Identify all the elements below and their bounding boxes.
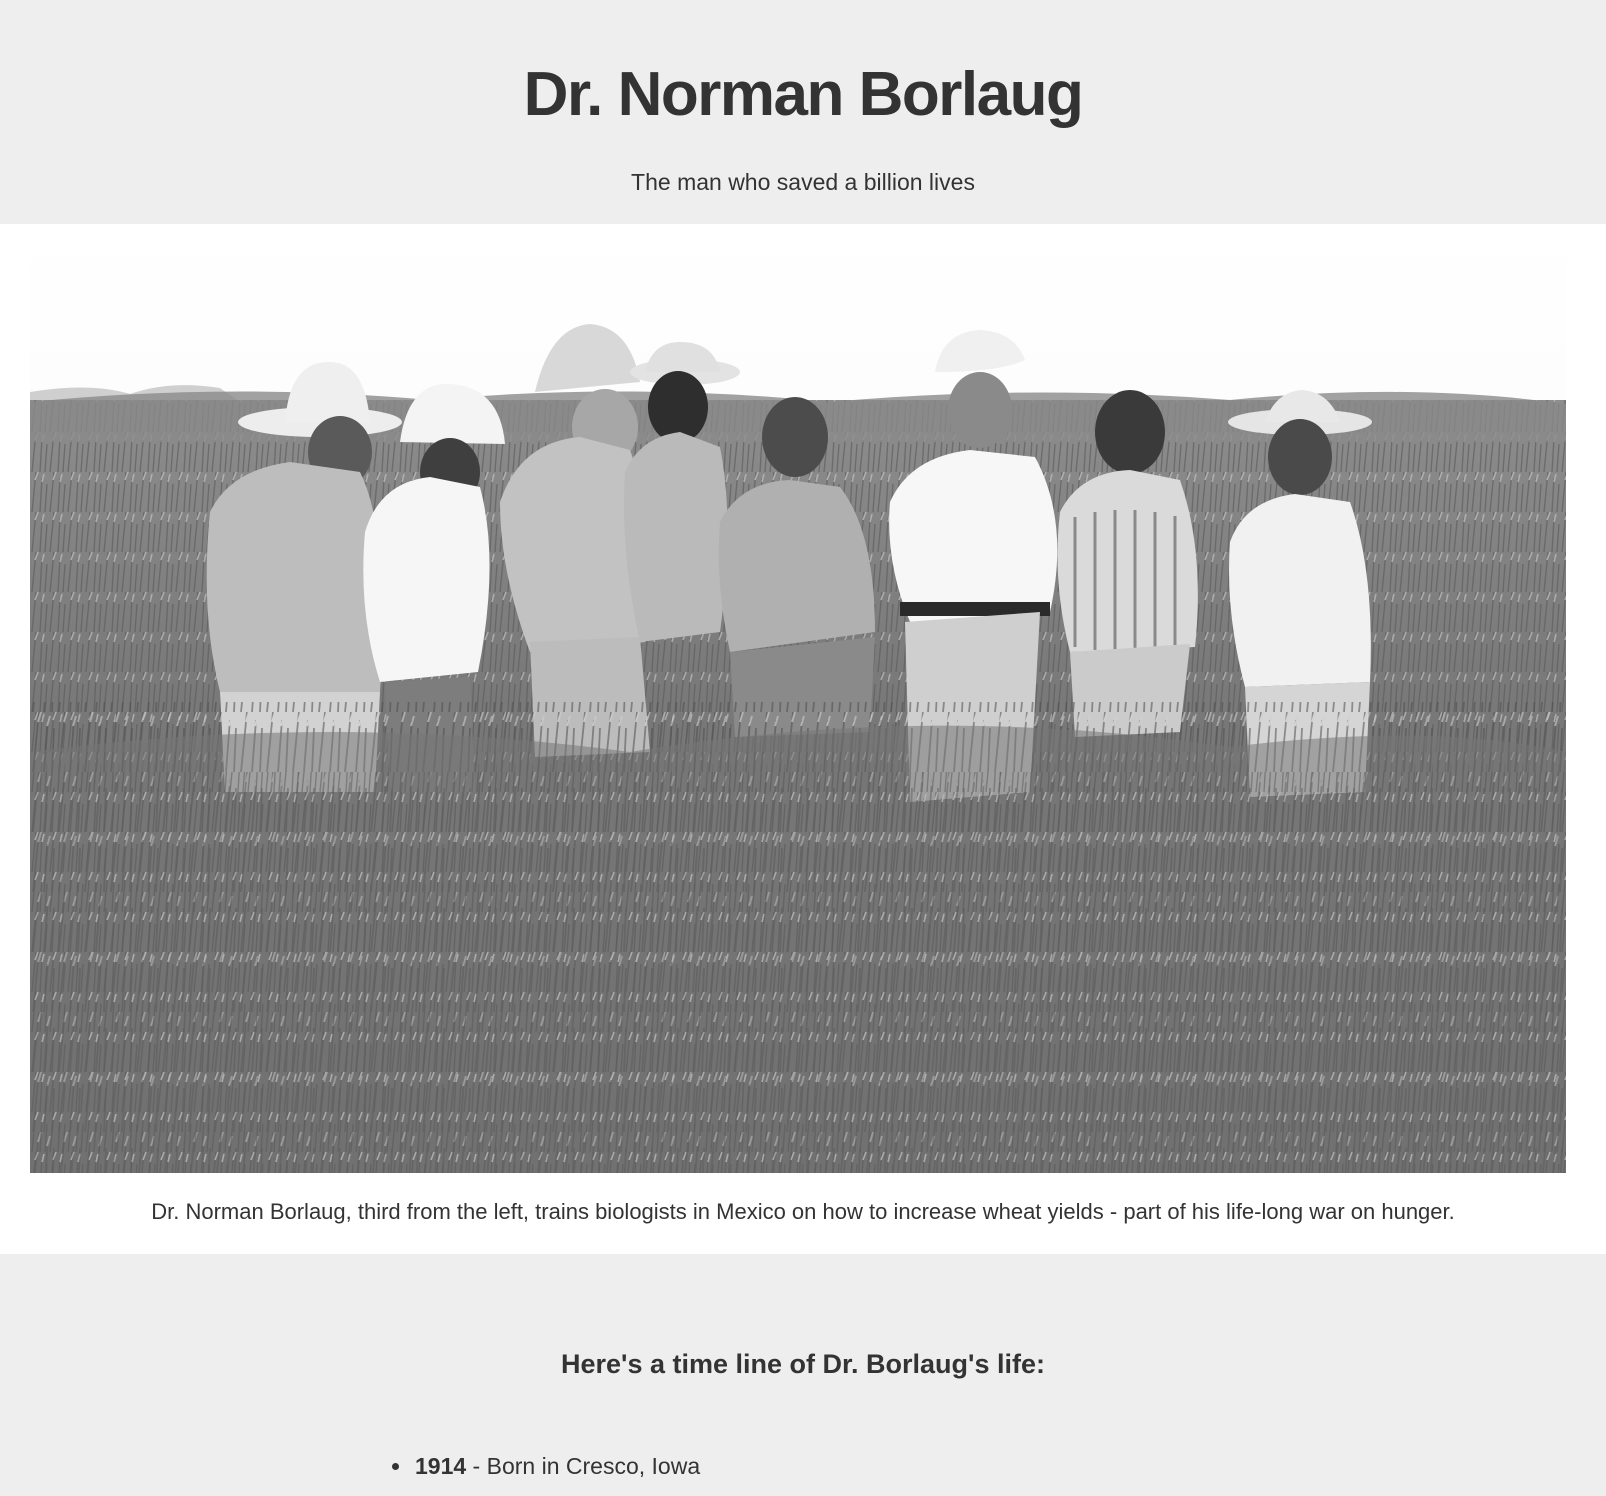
timeline-text: Born in Cresco, Iowa	[486, 1453, 701, 1479]
page-title: Dr. Norman Borlaug	[523, 60, 1084, 129]
photo-caption: Dr. Norman Borlaug, third from the left,…	[151, 1199, 1455, 1224]
photo-illustration	[30, 232, 1566, 1173]
page-subtitle: The man who saved a billion lives	[631, 169, 975, 195]
wheat-field-photo	[30, 232, 1566, 1173]
timeline-year: 1914	[415, 1453, 467, 1479]
timeline-item: 1914 - Born in Cresco, Iowa	[392, 1450, 700, 1482]
bullet-icon	[392, 1463, 399, 1470]
timeline-separator: -	[466, 1453, 487, 1479]
timeline-list: 1914 - Born in Cresco, Iowa	[392, 1450, 700, 1482]
page-header: Dr. Norman Borlaug The man who saved a b…	[0, 0, 1606, 224]
timeline-section: Here's a time line of Dr. Borlaug's life…	[0, 1254, 1606, 1496]
timeline-heading: Here's a time line of Dr. Borlaug's life…	[561, 1349, 1045, 1379]
tribute-figure: Dr. Norman Borlaug, third from the left,…	[0, 224, 1606, 1254]
